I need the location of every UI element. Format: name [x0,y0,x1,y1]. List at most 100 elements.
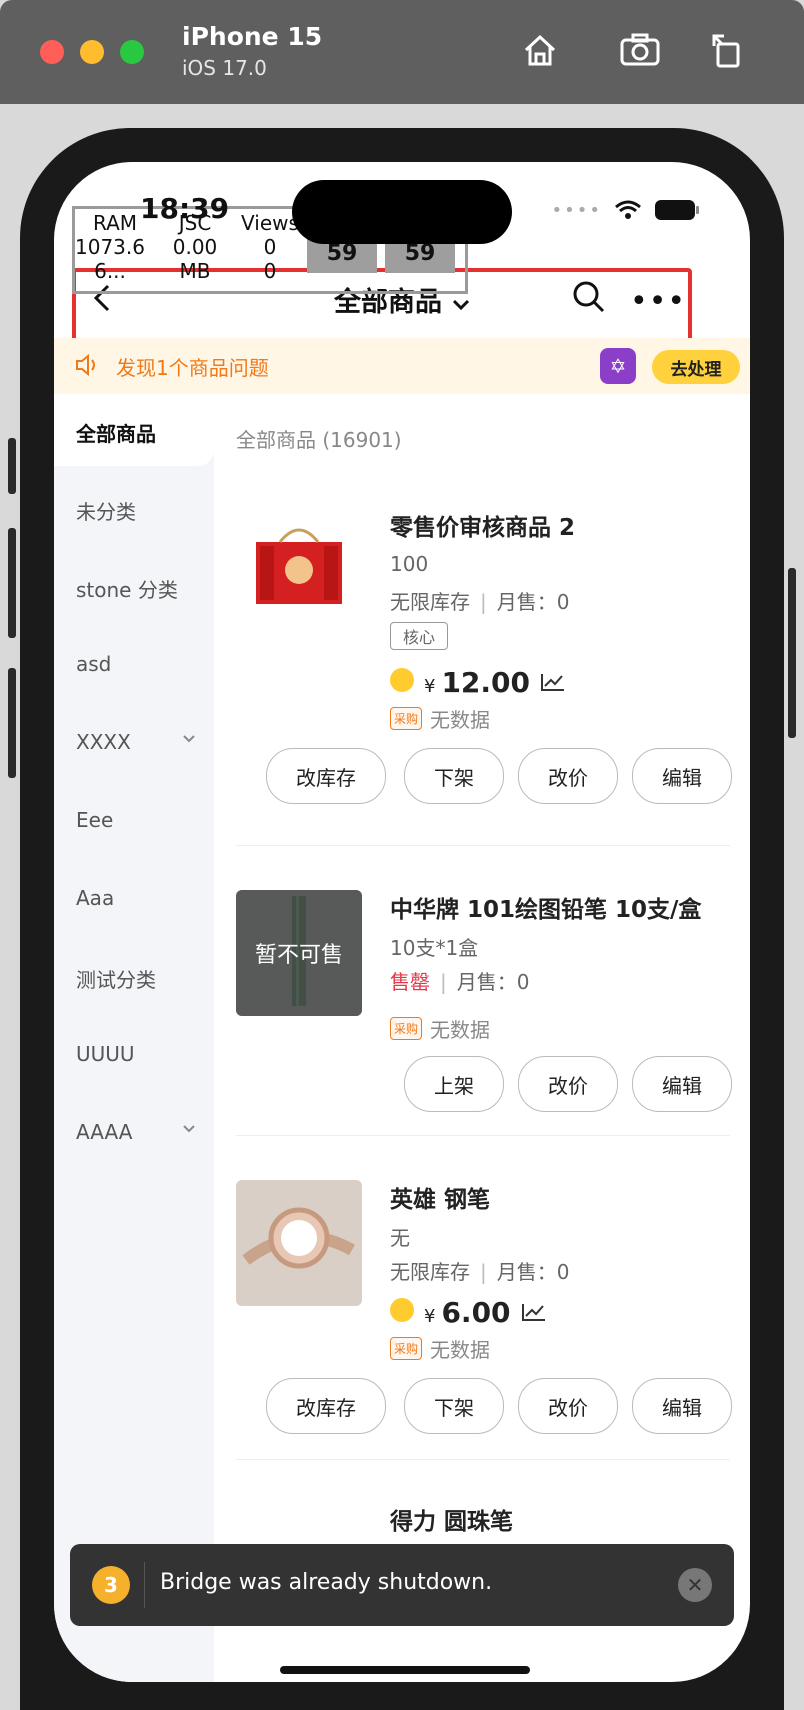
jsc-unit: MB [179,259,211,283]
more-icon[interactable]: ••• [630,284,686,319]
sidebar-item-eee[interactable]: Eee [76,808,113,832]
status-time: 18:39 [140,192,230,225]
home-icon[interactable] [518,28,562,72]
divider [236,845,730,846]
cellular-dots-icon: •••• [551,199,602,221]
purchase-info: 无数据 [430,1338,491,1362]
handle-issue-button[interactable]: 去处理 [652,350,740,384]
battery-icon [655,200,699,220]
status-icons: •••• [552,198,700,222]
rabbit-icon [390,668,414,692]
edit-price-button[interactable]: 改价 [518,1056,618,1112]
close-icon[interactable]: ✕ [678,1568,712,1602]
product-sales: 月售：0 [496,590,570,614]
product-count-header: 全部商品 (16901) [236,428,402,452]
price-row: ¥ 6.00 [390,1296,547,1329]
edit-button[interactable]: 编辑 [632,1378,732,1434]
dynamic-island [292,180,512,244]
toast-separator [144,1562,145,1608]
volume-down-button [8,668,16,778]
sidebar-item-uuuu[interactable]: UUUU [76,1042,135,1066]
unlist-button[interactable]: 下架 [404,1378,504,1434]
notice-bar: 发现1个商品问题 ✡ 去处理 [54,338,750,394]
category-sidebar: 全部商品 未分类 stone 分类 asd XXXX Eee Aaa 测试分类 … [54,394,214,1682]
purchase-row: 采购 无数据 [390,1014,490,1043]
product-stock-sales: 售罄 | 月售：0 [390,970,530,994]
edit-price-button[interactable]: 改价 [518,1378,618,1434]
toast-count-badge: 3 [92,1566,130,1604]
product-image: 暂不可售 [236,890,362,1016]
currency-symbol: ¥ [424,1306,436,1327]
product-card[interactable]: 暂不可售 中华牌 101绘图铅笔 10支/盒 10支*1盒 售罄 | 月售：0 采购… [214,862,750,1142]
star-of-david-icon[interactable]: ✡ [600,348,636,384]
sidebar-item-test[interactable]: 测试分类 [76,964,156,993]
product-sales: 月售：0 [496,1260,570,1284]
edit-button[interactable]: 编辑 [632,1056,732,1112]
purchase-row: 采购 无数据 [390,1334,490,1363]
views-value-2: 0 [263,259,277,283]
rotate-icon[interactable] [706,28,750,72]
chevron-down-icon[interactable] [182,1122,196,1138]
product-spec: 10支*1盒 [390,936,479,960]
product-image [236,1180,362,1306]
sidebar-item-uncategorized[interactable]: 未分类 [76,496,136,525]
sidebar-item-asd[interactable]: asd [76,652,111,676]
sidebar-item-all[interactable]: 全部商品 [76,418,156,447]
product-card[interactable]: 英雄 钢笔 无 无限库存 | 月售：0 ¥ 6.00 采购 无数据 改库存 下架 改… [214,1152,750,1482]
views-value: 0 [263,235,277,259]
product-title[interactable]: 得力 圆珠笔 [390,1502,513,1536]
product-image [236,508,362,634]
purchase-badge: 采购 [390,1017,423,1040]
jsc-value: 0.00 [172,235,218,259]
trend-chart-icon[interactable] [540,672,566,692]
power-button [788,568,796,738]
speaker-icon [76,353,95,377]
toast-message: Bridge was already shutdown. [160,1570,493,1595]
sidebar-item-aaa[interactable]: Aaa [76,886,114,910]
product-price: 6.00 [441,1296,511,1329]
core-tag: 核心 [390,622,449,650]
rabbit-icon [390,1298,414,1322]
product-price: 12.00 [441,666,531,699]
price-row: ¥ 12.00 [390,666,566,699]
minimize-window-button[interactable] [80,40,104,64]
ram-unit: 6... [94,259,126,283]
divider [236,1459,730,1460]
error-toast[interactable]: 3 Bridge was already shutdown. ✕ [70,1544,734,1626]
product-sales: 月售：0 [456,970,530,994]
purchase-row: 采购 无数据 [390,704,490,733]
product-title: 中华牌 101绘图铅笔 10支/盒 [390,897,702,923]
trend-chart-icon[interactable] [521,1302,547,1322]
sidebar-item-stone[interactable]: stone 分类 [76,574,178,603]
simulator-title-bar: iPhone 15 iOS 17.0 [0,0,804,104]
ram-value: 1073.6 [75,235,145,259]
simulator-device-name: iPhone 15 [182,22,323,51]
sold-out-label: 售罄 [390,970,430,994]
edit-button[interactable]: 编辑 [632,748,732,804]
volume-up-button [8,528,16,638]
unlist-button[interactable]: 下架 [404,748,504,804]
edit-stock-button[interactable]: 改库存 [266,748,386,804]
app-screen: 18:39 •••• RAM 1073.6 6... JSC 0.00 MB V… [54,162,750,1682]
sidebar-item-aaaa[interactable]: AAAA [76,1120,132,1144]
simulator-os-version: iOS 17.0 [182,56,267,80]
divider [236,1135,730,1136]
chevron-down-icon[interactable] [182,732,196,748]
chevron-down-icon [452,292,470,316]
product-title: 零售价审核商品 2 [390,515,576,541]
close-window-button[interactable] [40,40,64,64]
list-button[interactable]: 上架 [404,1056,504,1112]
zoom-window-button[interactable] [120,40,144,64]
edit-stock-button[interactable]: 改库存 [266,1378,386,1434]
notice-text: 发现1个商品问题 [116,356,269,380]
purchase-badge: 采购 [390,1337,423,1360]
product-spec: 100 [390,552,429,576]
edit-price-button[interactable]: 改价 [518,748,618,804]
sidebar-item-xxxx[interactable]: XXXX [76,730,131,754]
search-icon[interactable] [572,280,606,314]
purchase-info: 无数据 [430,1018,491,1042]
product-title: 英雄 钢笔 [390,1187,491,1213]
ram-label: RAM [92,211,138,235]
home-indicator[interactable] [280,1666,530,1674]
screenshot-camera-icon[interactable] [618,28,662,72]
